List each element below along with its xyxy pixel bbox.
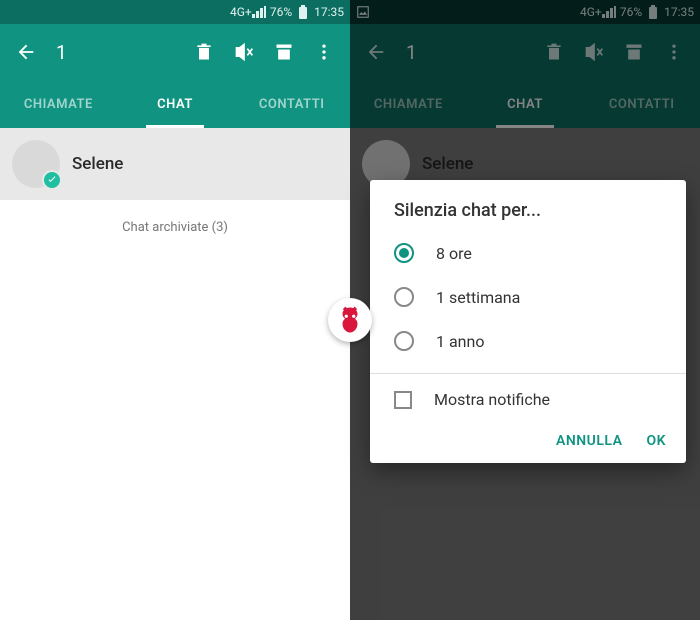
delete-icon[interactable] (186, 34, 222, 70)
status-bar: 4G+ 76% 17:35 (0, 0, 350, 24)
selection-toolbar: 1 (0, 24, 350, 80)
overflow-icon[interactable] (306, 34, 342, 70)
radio-icon (394, 287, 414, 307)
radio-option-1week[interactable]: 1 settimana (370, 275, 686, 319)
battery-text: 76% (270, 5, 292, 19)
dialog-actions: ANNULLA OK (370, 425, 686, 463)
radio-icon (394, 331, 414, 351)
battery-icon (296, 5, 310, 19)
screen-left: 4G+ 76% 17:35 1 CHIAMATE CHAT CONTATTI S… (0, 0, 350, 620)
tab-calls[interactable]: CHIAMATE (0, 80, 117, 128)
ok-button[interactable]: OK (646, 433, 666, 449)
dialog-title: Silenzia chat per... (370, 200, 686, 231)
time-text: 17:35 (314, 5, 344, 19)
mute-dialog: Silenzia chat per... 8 ore 1 settimana 1… (370, 180, 686, 463)
chat-row-selected[interactable]: Selene (0, 128, 350, 200)
show-notifications-row[interactable]: Mostra notifiche (370, 374, 686, 425)
checkbox-icon (394, 391, 412, 409)
watermark-logo (328, 298, 372, 342)
tab-bar: CHIAMATE CHAT CONTATTI (0, 80, 350, 128)
archived-chats-link[interactable]: Chat archiviate (3) (0, 200, 350, 255)
radio-label: 8 ore (436, 244, 472, 263)
selected-check-icon (42, 170, 62, 190)
avatar (12, 140, 60, 188)
tab-contacts[interactable]: CONTATTI (233, 80, 350, 128)
chat-name: Selene (72, 154, 123, 174)
checkbox-label: Mostra notifiche (434, 390, 550, 409)
tab-chat[interactable]: CHAT (117, 80, 234, 128)
signal-icon (252, 5, 266, 19)
selection-count: 1 (56, 41, 186, 64)
back-icon[interactable] (8, 34, 44, 70)
cancel-button[interactable]: ANNULLA (556, 433, 622, 449)
archive-icon[interactable] (266, 34, 302, 70)
network-icon: 4G+ (234, 5, 248, 19)
mute-icon[interactable] (226, 34, 262, 70)
radio-icon (394, 243, 414, 263)
radio-option-1year[interactable]: 1 anno (370, 319, 686, 363)
radio-label: 1 settimana (436, 288, 520, 307)
radio-label: 1 anno (436, 332, 484, 351)
screen-right: 4G+ 76% 17:35 1 CHIAMATE CHAT CONTATTI S… (350, 0, 700, 620)
radio-option-8h[interactable]: 8 ore (370, 231, 686, 275)
